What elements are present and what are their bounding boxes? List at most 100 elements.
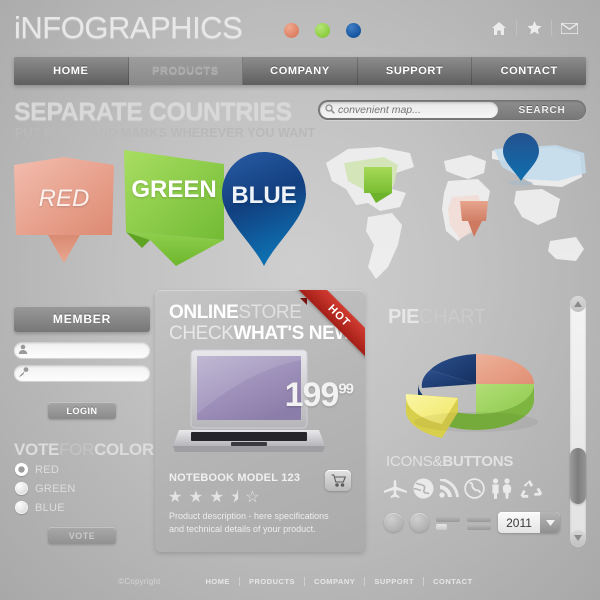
color-dot-blue (346, 23, 361, 38)
ib-title-light: ICONS (386, 453, 433, 470)
pie-title-bold: PIE (388, 306, 420, 328)
triangle-up-icon[interactable] (570, 296, 586, 312)
store-title: ONLINESTORE (169, 302, 302, 324)
footer-link-company[interactable]: COMPANY (305, 577, 364, 586)
star-icon[interactable] (517, 21, 551, 35)
circle-button-1[interactable] (384, 513, 403, 532)
vote-label-red: RED (35, 463, 60, 476)
username-field-wrapper[interactable] (14, 341, 164, 359)
footer-link-home[interactable]: HOME (196, 577, 239, 586)
store-title-bold: ONLINE (169, 302, 239, 323)
member-panel-title: MEMBER (14, 306, 150, 332)
phone-icon[interactable] (464, 478, 485, 504)
store-subtitle-light: CHECK (169, 323, 234, 344)
nav-item-products[interactable]: PRODUCTS (128, 57, 244, 85)
marker-red-label: RED (38, 185, 90, 212)
marker-blue-label: BLUE (231, 182, 297, 209)
product-description: Product description - here specification… (169, 511, 329, 535)
product-price: 19999 (284, 376, 354, 415)
login-button[interactable]: LOGIN (48, 402, 116, 419)
triangle-down-icon[interactable] (570, 530, 586, 546)
marker-green[interactable]: GREEN (120, 148, 228, 273)
ib-title-bold: BUTTONS (442, 453, 514, 470)
marker-green-label: GREEN (131, 176, 217, 203)
vote-title-part3: COLOR (94, 440, 154, 459)
search-input[interactable] (335, 104, 498, 116)
color-dot-red (284, 23, 299, 38)
price-main: 199 (284, 376, 340, 414)
vote-title: VOTEFORCOLOR (14, 440, 154, 460)
search-button[interactable]: SEARCH (498, 100, 586, 120)
marker-red[interactable]: RED (12, 155, 116, 270)
vote-label-blue: BLUE (35, 501, 65, 514)
segmented-widget-1[interactable] (436, 515, 460, 530)
color-dot-green (315, 23, 330, 38)
password-field-wrapper[interactable] (14, 364, 165, 382)
bar-segment (467, 523, 491, 530)
vote-option-red[interactable]: RED (15, 463, 59, 476)
year-select-value: 2011 (506, 515, 532, 530)
radio-blue[interactable] (15, 501, 28, 514)
footer-nav: HOME PRODUCTS COMPANY SUPPORT CONTACT (196, 577, 481, 586)
pie-title-light: CHART (419, 306, 486, 328)
marker-blue[interactable]: BLUE (218, 150, 310, 275)
vertical-scrollbar[interactable] (570, 296, 586, 546)
bar-segment (467, 515, 491, 522)
shopping-cart-icon[interactable] (325, 470, 351, 491)
countries-subtitle: PUT FLAGS AND MARKS WHEREVER YOU WANT (15, 126, 316, 140)
online-store-panel: ONLINESTORE CHECKWHAT'S NEW HOT 19999 NO… (155, 290, 365, 552)
globe-icon[interactable] (413, 478, 434, 504)
circle-button-2[interactable] (410, 513, 429, 532)
site-logo: iNFOGRAPHICS (14, 10, 243, 46)
buttons-row: 2011 (384, 512, 560, 533)
recycle-icon[interactable] (519, 479, 543, 504)
password-input[interactable] (29, 367, 165, 379)
logo-text: NFOGRAPHICS (20, 10, 243, 45)
icon-row (383, 478, 564, 504)
footer: ©Copyright HOME PRODUCTS COMPANY SUPPORT… (0, 577, 600, 586)
chevron-down-icon[interactable] (540, 512, 560, 533)
vote-label-green: GREEN (35, 482, 76, 495)
vote-button[interactable]: VOTE (48, 527, 116, 544)
segmented-widget-2[interactable] (467, 515, 491, 530)
footer-link-products[interactable]: PRODUCTS (240, 577, 304, 586)
footer-link-support[interactable]: SUPPORT (365, 577, 423, 586)
user-icon (18, 341, 28, 359)
ib-title-amp: & (432, 453, 443, 470)
bar-segment (436, 523, 447, 530)
main-navigation: HOME PRODUCTS COMPANY SUPPORT CONTACT (14, 57, 586, 85)
home-icon[interactable] (482, 21, 516, 35)
vote-option-green[interactable]: GREEN (15, 482, 76, 495)
ribbon-tail-left (300, 298, 307, 305)
pie-chart[interactable] (382, 330, 562, 440)
pie-chart-title: PIECHART (388, 306, 486, 329)
nav-item-company[interactable]: COMPANY (243, 57, 358, 85)
vote-option-blue[interactable]: BLUE (15, 501, 65, 514)
bar-segment (436, 515, 460, 522)
username-input[interactable] (28, 344, 164, 356)
store-subtitle: CHECKWHAT'S NEW (169, 323, 352, 345)
airplane-icon[interactable] (383, 479, 408, 504)
map-search-bar: SEARCH (318, 100, 586, 120)
search-icon (325, 101, 335, 119)
search-field-wrapper[interactable] (320, 102, 498, 118)
year-select[interactable]: 2011 (498, 512, 560, 533)
wifi-icon[interactable] (439, 478, 459, 503)
store-title-light: STORE (238, 302, 302, 323)
countries-title: SEPARATE COUNTRIES (14, 98, 292, 126)
radio-red[interactable] (15, 463, 28, 476)
scrollbar-thumb[interactable] (570, 448, 586, 504)
nav-item-contact[interactable]: CONTACT (472, 57, 586, 85)
nav-item-home[interactable]: HOME (14, 57, 129, 85)
envelope-icon[interactable] (552, 22, 586, 34)
key-icon (18, 364, 29, 382)
infographics-page: iNFOGRAPHICS HOME PRODUCTS COMPANY SUPPO… (0, 0, 600, 600)
radio-green[interactable] (15, 482, 28, 495)
footer-link-contact[interactable]: CONTACT (424, 577, 482, 586)
nav-item-support[interactable]: SUPPORT (357, 57, 473, 85)
copyright-text: ©Copyright (118, 577, 161, 586)
world-map[interactable] (318, 133, 590, 285)
icons-buttons-title: ICONS&BUTTONS (386, 453, 513, 470)
vote-title-part1: VOTE (14, 440, 60, 459)
people-icon[interactable] (490, 478, 514, 504)
